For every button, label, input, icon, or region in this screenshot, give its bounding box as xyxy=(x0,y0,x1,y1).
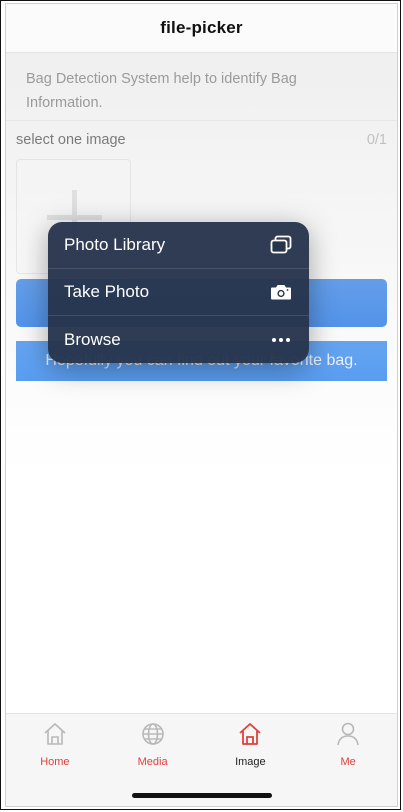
globe-icon xyxy=(139,720,167,753)
picker-count: 0/1 xyxy=(366,132,387,148)
menu-item-label: Take Photo xyxy=(64,282,150,301)
menu-item-take-photo[interactable]: Take Photo xyxy=(48,269,309,316)
tab-label: Media xyxy=(137,756,168,768)
tab-label: Image xyxy=(235,756,266,768)
menu-item-label: Browse xyxy=(64,329,121,349)
tab-bar: Home Media Image Me xyxy=(6,713,397,806)
navigation-bar: file-picker xyxy=(6,4,397,53)
camera-icon xyxy=(269,280,293,304)
plus-icon-horizontal xyxy=(47,215,102,220)
description-text: Bag Detection System help to identify Ba… xyxy=(6,53,397,121)
home-icon xyxy=(236,720,264,753)
menu-item-photo-library[interactable]: Photo Library xyxy=(48,222,309,269)
menu-item-label: Photo Library xyxy=(64,235,166,254)
tab-media[interactable]: Media xyxy=(104,718,202,770)
tab-label: Home xyxy=(40,756,70,768)
tab-image[interactable]: Image xyxy=(202,718,300,770)
more-icon xyxy=(269,328,293,352)
tab-label: Me xyxy=(340,756,356,768)
user-icon xyxy=(334,720,362,753)
home-icon xyxy=(41,720,69,753)
device-frame: file-picker Bag Detection System help to… xyxy=(0,0,401,810)
app-screen: file-picker Bag Detection System help to… xyxy=(5,3,398,807)
menu-item-browse[interactable]: Browse xyxy=(48,316,309,363)
image-source-menu: Photo Library Take Photo Browse xyxy=(48,222,309,363)
picker-label: select one image xyxy=(16,132,126,148)
file-picker-header: select one image 0/1 xyxy=(16,130,387,150)
tab-home[interactable]: Home xyxy=(6,718,104,770)
page-title: file-picker xyxy=(160,18,243,37)
photo-library-icon xyxy=(269,233,293,257)
home-indicator xyxy=(132,793,272,798)
tab-me[interactable]: Me xyxy=(299,718,397,770)
